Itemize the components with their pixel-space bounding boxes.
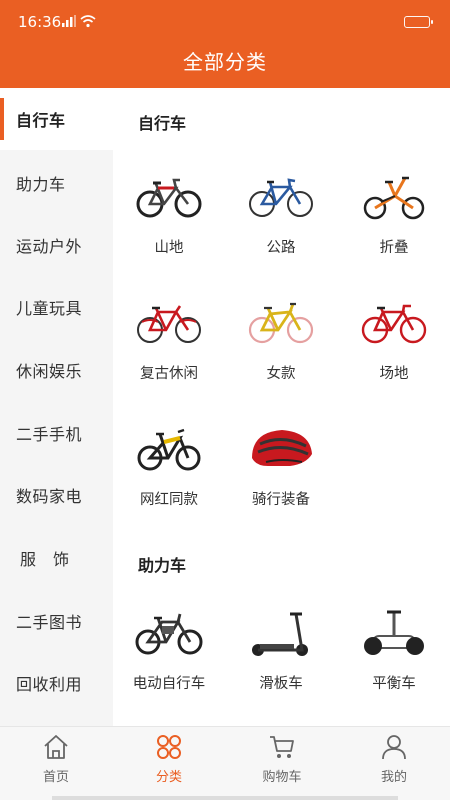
signal-icon: [62, 15, 76, 27]
womens-bike-icon: [248, 302, 314, 344]
tab-label: 我的: [380, 770, 407, 785]
section-title: 助力车: [138, 556, 187, 575]
wifi-icon: [80, 15, 96, 28]
sidebar-item-used-phones[interactable]: 二手手机: [0, 402, 113, 464]
sidebar-item-outdoor[interactable]: 运动户外: [0, 214, 113, 276]
category-sidebar: 自行车 助力车 运动户外 儿童玩具 休闲娱乐 二手手机 数码家电 服 饰 二手图…: [0, 88, 113, 726]
category-item-retro[interactable]: 复古休闲: [113, 298, 225, 383]
sidebar-item-used-books[interactable]: 二手图书: [0, 590, 113, 652]
category-label: 电动自行车: [132, 676, 206, 692]
trendy-bike-icon: [137, 428, 201, 471]
tab-label: 购物车: [262, 770, 302, 785]
sidebar-item-recycling[interactable]: 回收利用: [0, 652, 113, 714]
status-time: 16:36: [18, 13, 62, 31]
sidebar-item-leisure[interactable]: 休闲娱乐: [0, 339, 113, 401]
tab-label: 首页: [42, 770, 69, 785]
sidebar-item-label: 休闲娱乐: [16, 362, 83, 381]
category-item-womens[interactable]: 女款: [225, 298, 337, 383]
profile-icon: [382, 735, 406, 760]
mountain-bike-icon: [136, 178, 202, 218]
category-label: 场地: [379, 366, 409, 382]
tab-home[interactable]: 首页: [0, 727, 112, 800]
sidebar-item-label: 助力车: [16, 175, 66, 194]
sidebar-item-label: 儿童玩具: [16, 299, 83, 318]
battery-icon: [404, 16, 433, 28]
category-icon: [157, 735, 181, 759]
retro-bike-icon: [137, 305, 201, 343]
category-item-balance[interactable]: 平衡车: [338, 608, 450, 693]
sidebar-item-clothing[interactable]: 服 饰: [0, 527, 113, 589]
category-label: 山地: [154, 240, 184, 256]
category-label: 骑行装备: [252, 492, 310, 508]
sidebar-item-electronics[interactable]: 数码家电: [0, 464, 113, 526]
category-item-scooter[interactable]: 滑板车: [225, 608, 337, 693]
category-label: 女款: [266, 366, 296, 382]
category-label: 折叠: [379, 240, 409, 256]
category-item-track[interactable]: 场地: [338, 298, 450, 383]
scooter-icon: [252, 612, 308, 656]
page-title: 全部分类: [183, 50, 267, 74]
sidebar-item-label: 二手图书: [16, 613, 83, 632]
track-bike-icon: [361, 304, 427, 344]
sidebar-item-moped[interactable]: 助力车: [0, 152, 113, 214]
tab-category[interactable]: 分类: [113, 727, 225, 800]
category-label: 网红同款: [140, 492, 198, 508]
category-item-folding[interactable]: 折叠: [338, 172, 450, 257]
category-item-mountain[interactable]: 山地: [113, 172, 225, 257]
cart-icon: [270, 736, 294, 758]
ebike-icon: [135, 613, 203, 655]
road-bike-icon: [249, 178, 313, 217]
sidebar-item-label: 自行车: [16, 111, 66, 130]
sidebar-item-label: 二手手机: [16, 425, 83, 444]
sidebar-item-label: 数码家电: [16, 487, 83, 506]
section-title: 自行车: [138, 114, 187, 133]
category-item-ebike[interactable]: 电动自行车: [113, 608, 225, 693]
home-icon: [44, 735, 68, 759]
category-item-road[interactable]: 公路: [225, 172, 337, 257]
tab-cart[interactable]: 购物车: [226, 727, 338, 800]
sidebar-item-bicycle[interactable]: 自行车: [0, 88, 113, 150]
helmet-icon: [252, 430, 312, 466]
category-label: 复古休闲: [140, 366, 198, 382]
app-header: 16:36 全部分类: [0, 0, 450, 88]
tab-label: 分类: [155, 770, 182, 785]
category-item-gear[interactable]: 骑行装备: [225, 424, 337, 509]
tab-profile[interactable]: 我的: [338, 727, 450, 800]
category-label: 滑板车: [259, 676, 303, 692]
category-content: 自行车 山地 公路 折叠 复古休闲 女款 场地 网红同款 骑行装备 助力车 电动…: [113, 88, 450, 726]
category-label: 公路: [266, 240, 296, 256]
sidebar-item-label: 服 饰: [20, 550, 70, 569]
folding-bike-icon: [363, 176, 425, 220]
sidebar-item-label: 回收利用: [16, 675, 83, 694]
bottom-tab-bar: 首页 分类 购物车 我的: [0, 726, 450, 800]
sidebar-item-kids-toys[interactable]: 儿童玩具: [0, 276, 113, 338]
balance-scooter-icon: [364, 610, 424, 655]
sidebar-item-label: 运动户外: [16, 237, 83, 256]
category-item-trendy[interactable]: 网红同款: [113, 424, 225, 509]
home-indicator: [52, 796, 398, 800]
category-label: 平衡车: [372, 676, 416, 692]
